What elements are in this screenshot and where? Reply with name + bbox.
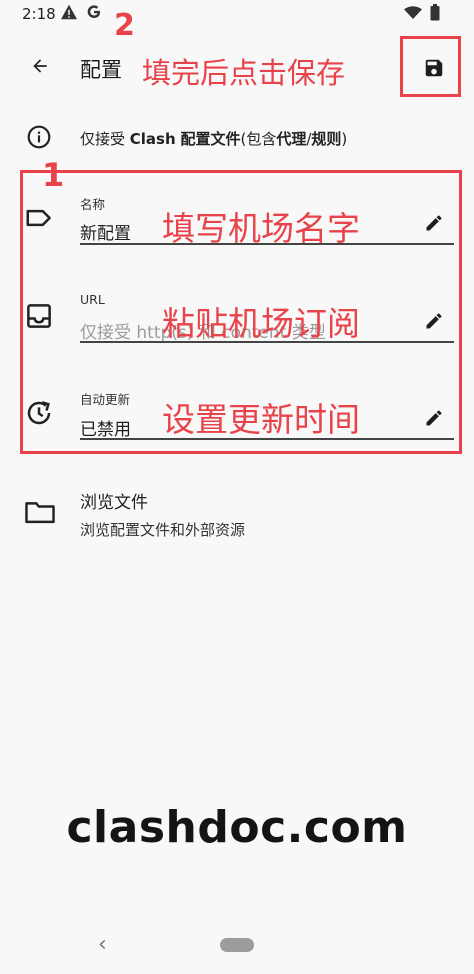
annotation-save-hint: 填完后点击保存: [142, 56, 346, 90]
annotation-update-hint: 设置更新时间: [162, 400, 360, 439]
battery-icon: [430, 4, 440, 25]
info-text: 仅接受 Clash 配置文件(包含代理/规则): [80, 128, 347, 149]
watermark-text: clashdoc.com: [66, 802, 408, 853]
info-bold-rules: 规则: [311, 130, 342, 148]
folder-icon: [24, 497, 56, 527]
browse-files-title[interactable]: 浏览文件: [80, 488, 148, 513]
status-time: 2:18: [22, 5, 56, 23]
info-bold-proxy: 代理: [276, 130, 307, 148]
wifi-icon: [404, 5, 422, 24]
info-bold-config: 配置文件: [180, 130, 241, 148]
google-icon: [86, 4, 102, 24]
alert-icon: [60, 4, 78, 24]
status-icons-left: [60, 4, 102, 24]
annotation-save-box: [400, 36, 461, 97]
back-button[interactable]: [26, 54, 54, 82]
nav-home-pill[interactable]: [220, 938, 254, 952]
status-icons-right: [404, 4, 440, 25]
nav-back-button[interactable]: ‹: [98, 932, 107, 957]
arrow-back-icon: [30, 56, 50, 80]
info-bold-clash: Clash: [129, 130, 176, 148]
annotation-step-2: 2: [114, 8, 135, 43]
page-title: 配置: [80, 58, 122, 82]
info-prefix: 仅接受: [80, 130, 130, 148]
info-suffix: ): [341, 130, 348, 148]
info-contains: (包含: [240, 130, 277, 148]
browse-files-subtitle: 浏览配置文件和外部资源: [80, 521, 246, 539]
annotation-url-hint: 粘贴机场订阅: [162, 304, 360, 343]
info-icon: [26, 124, 52, 150]
annotation-name-hint: 填写机场名字: [162, 209, 360, 248]
